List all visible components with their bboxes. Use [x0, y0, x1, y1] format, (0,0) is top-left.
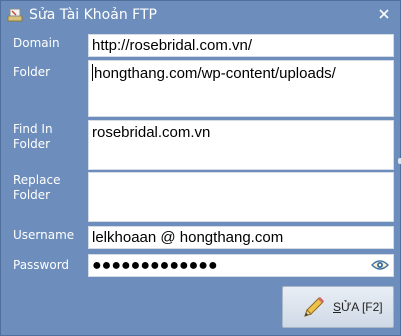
password-input[interactable]: ●●●●●●●●●●●●● [88, 254, 394, 277]
close-icon[interactable] [377, 7, 391, 21]
find-in-folder-input[interactable]: rosebridal.com.vn [88, 120, 394, 170]
find-in-folder-label: Find In Folder [13, 122, 53, 151]
eye-icon[interactable] [371, 258, 389, 272]
pencil-icon [304, 296, 325, 317]
folder-input[interactable]: hongthang.com/wp-content/uploads/ [88, 60, 394, 117]
edit-button-label: SỬA [F2] [333, 300, 383, 314]
folder-label: Folder [13, 65, 51, 79]
replace-folder-label: Replace Folder [13, 173, 61, 202]
edit-button-text: ỬA [F2] [341, 300, 383, 314]
folder-value: hongthang.com/wp-content/uploads/ [94, 65, 336, 82]
password-label: Password [13, 258, 70, 272]
replace-folder-input[interactable] [88, 172, 394, 222]
ftp-account-icon [7, 8, 23, 22]
edit-button-mnemonic: S [333, 300, 342, 314]
window-title: Sửa Tài Khoản FTP [29, 7, 157, 23]
domain-label: Domain [13, 36, 60, 50]
edit-button[interactable]: SỬA [F2] [282, 286, 394, 328]
domain-input[interactable]: http://rosebridal.com.vn/ [88, 34, 394, 57]
text-caret [92, 64, 93, 81]
edit-ftp-account-dialog: Sửa Tài Khoản FTP Domain http://rosebrid… [0, 0, 401, 336]
username-input[interactable]: lelkhoaan @ hongthang.com [88, 226, 394, 249]
title-bar: Sửa Tài Khoản FTP [1, 1, 400, 29]
username-label: Username [13, 228, 75, 242]
password-value: ●●●●●●●●●●●●● [92, 257, 218, 274]
